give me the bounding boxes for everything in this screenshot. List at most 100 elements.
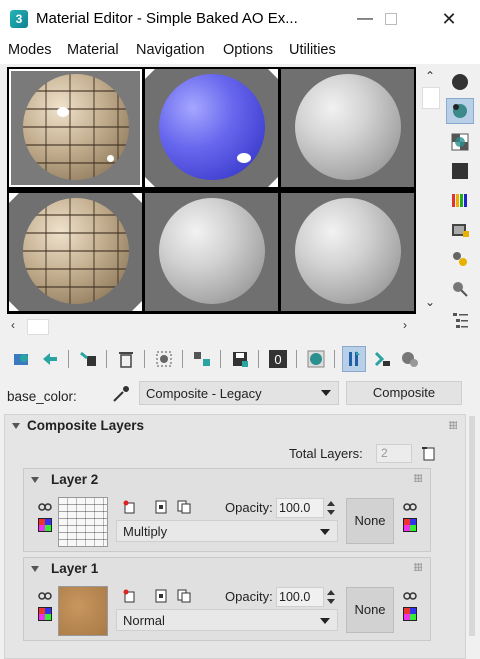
color-correct-icon[interactable]: [38, 518, 52, 532]
select-by-material-icon[interactable]: [446, 276, 474, 302]
chevron-down-icon: [321, 390, 331, 396]
sample-slot-1[interactable]: [9, 69, 142, 187]
remove-map-icon[interactable]: [122, 589, 136, 603]
scroll-up-icon[interactable]: ⌃: [425, 69, 435, 83]
opacity-label: Opacity:: [225, 589, 273, 604]
scroll-left-icon[interactable]: ‹: [11, 318, 15, 332]
slot-vertical-scrollbar[interactable]: ⌃ ⌄: [419, 67, 441, 314]
sample-sphere: [23, 198, 129, 304]
menu-material[interactable]: Material: [67, 42, 119, 58]
make-copy-icon[interactable]: [152, 346, 176, 372]
collapse-icon[interactable]: [31, 566, 39, 572]
visibility-icon[interactable]: [38, 500, 52, 514]
menu-options[interactable]: Options: [223, 42, 273, 58]
options-icon[interactable]: [446, 246, 474, 272]
go-forward-icon[interactable]: [398, 346, 422, 372]
sample-slot-5[interactable]: [145, 193, 278, 311]
panel-scrollbar[interactable]: [468, 414, 476, 654]
add-layer-icon[interactable]: [419, 444, 439, 464]
app-logo-icon: 3: [10, 10, 28, 28]
in-scene-marker-icon: [132, 193, 142, 203]
material-id-channel-icon[interactable]: 0: [266, 346, 290, 372]
duplicate-layer-icon[interactable]: [154, 500, 168, 514]
sample-slot-grid: [7, 67, 416, 314]
copy-icon[interactable]: [177, 589, 191, 603]
drag-handle-icon[interactable]: [414, 474, 422, 482]
material-type-dropdown[interactable]: Composite - Legacy: [139, 381, 339, 405]
duplicate-layer-icon[interactable]: [154, 589, 168, 603]
eyedropper-icon[interactable]: [110, 383, 132, 405]
sample-type-icon[interactable]: [446, 69, 474, 95]
show-end-result-icon[interactable]: [342, 346, 366, 372]
mask-color-correct-icon[interactable]: [403, 518, 417, 532]
scroll-thumb[interactable]: [422, 87, 440, 109]
sample-sphere: [159, 74, 265, 180]
collapse-icon[interactable]: [12, 423, 20, 429]
mask-color-correct-icon[interactable]: [403, 607, 417, 621]
color-correct-icon[interactable]: [38, 607, 52, 621]
put-to-library-icon[interactable]: [228, 346, 252, 372]
show-shaded-in-viewport-icon[interactable]: [304, 346, 328, 372]
uv-tiling-icon[interactable]: [446, 158, 474, 184]
mask-button[interactable]: None: [346, 498, 394, 544]
blend-mode-dropdown[interactable]: Normal: [116, 609, 338, 631]
menu-utilities[interactable]: Utilities: [289, 42, 336, 58]
remove-map-icon[interactable]: [122, 500, 136, 514]
maximize-button[interactable]: [368, 0, 414, 38]
rollout-title[interactable]: Composite Layers: [27, 418, 144, 433]
background-icon[interactable]: [446, 129, 474, 155]
menu-modes[interactable]: Modes: [8, 42, 52, 58]
mask-visibility-icon[interactable]: [403, 500, 417, 514]
opacity-field[interactable]: 100.0: [276, 498, 324, 518]
collapse-icon[interactable]: [31, 477, 39, 483]
scroll-down-icon[interactable]: ⌄: [425, 295, 435, 309]
scroll-thumb[interactable]: [27, 319, 49, 335]
opacity-spinner[interactable]: [326, 587, 336, 607]
scroll-right-icon[interactable]: ›: [403, 318, 407, 332]
drag-handle-icon[interactable]: [414, 563, 422, 571]
layer-title[interactable]: Layer 2: [51, 472, 98, 487]
material-type-button[interactable]: Composite: [346, 381, 462, 405]
sample-slot-4[interactable]: [9, 193, 142, 311]
scroll-thumb[interactable]: [469, 416, 475, 636]
sample-sphere: [159, 198, 265, 304]
material-map-navigator-icon[interactable]: [446, 307, 474, 333]
mask-button[interactable]: None: [346, 587, 394, 633]
chevron-down-icon: [320, 618, 330, 624]
visibility-icon[interactable]: [38, 589, 52, 603]
total-layers-label: Total Layers:: [289, 446, 363, 461]
in-scene-marker-icon: [9, 301, 19, 311]
opacity-label: Opacity:: [225, 500, 273, 515]
slot-horizontal-scrollbar[interactable]: ‹ ›: [7, 316, 417, 336]
in-scene-marker-icon: [132, 301, 142, 311]
sample-sphere: [295, 198, 401, 304]
blend-mode-dropdown[interactable]: Multiply: [116, 520, 338, 542]
sample-slot-6[interactable]: [281, 193, 414, 311]
put-to-scene-icon[interactable]: [38, 346, 62, 372]
reset-icon[interactable]: [114, 346, 138, 372]
layer-map-thumbnail[interactable]: [58, 497, 108, 547]
mask-visibility-icon[interactable]: [403, 589, 417, 603]
total-layers-field[interactable]: 2: [376, 444, 412, 463]
in-scene-marker-icon: [145, 69, 155, 79]
go-to-parent-icon[interactable]: [370, 346, 394, 372]
opacity-spinner[interactable]: [326, 498, 336, 518]
make-preview-icon[interactable]: [446, 217, 474, 243]
video-color-check-icon[interactable]: [446, 187, 474, 213]
opacity-field[interactable]: 100.0: [276, 587, 324, 607]
get-material-icon[interactable]: [10, 346, 34, 372]
close-button[interactable]: ✕: [426, 0, 472, 38]
menu-bar: Modes Material Navigation Options Utilit…: [0, 38, 480, 64]
assign-to-selection-icon[interactable]: [76, 346, 100, 372]
copy-icon[interactable]: [177, 500, 191, 514]
backlight-icon[interactable]: [446, 98, 474, 124]
make-unique-icon[interactable]: [190, 346, 214, 372]
sample-slot-3[interactable]: [281, 69, 414, 187]
layer-title[interactable]: Layer 1: [51, 561, 98, 576]
menu-navigation[interactable]: Navigation: [136, 42, 205, 58]
material-name-label: base_color:: [7, 389, 77, 404]
sample-slot-2[interactable]: [145, 69, 278, 187]
drag-handle-icon[interactable]: [449, 421, 457, 429]
layer-map-thumbnail[interactable]: [58, 586, 108, 636]
window-title: Material Editor - Simple Baked AO Ex...: [36, 10, 298, 27]
